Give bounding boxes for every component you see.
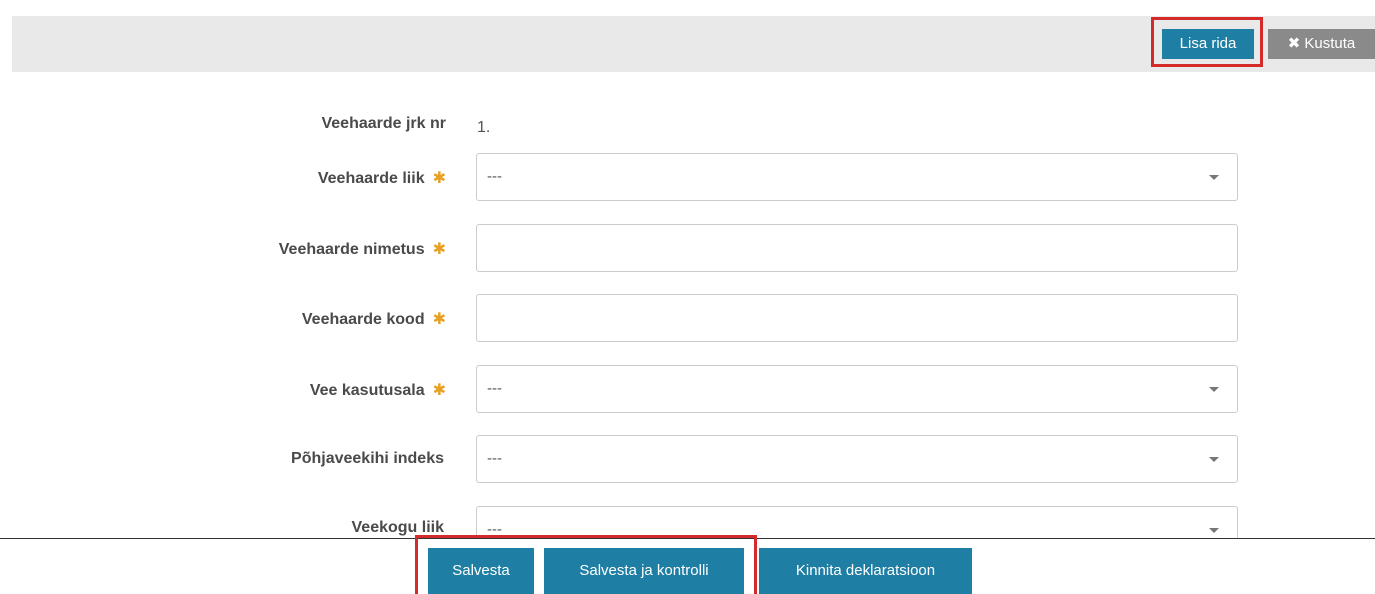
save-and-check-button[interactable]: Salvesta ja kontrolli xyxy=(544,548,744,594)
form-scroll-area: Lisa rida ✖ Kustuta Veehaarde jrk nr 1. V… xyxy=(0,0,1375,538)
water-body-type-label: Veekogu liik xyxy=(352,519,444,537)
required-icon: ✱ xyxy=(432,311,446,328)
intake-code-label-text: Veehaarde kood xyxy=(301,311,425,328)
intake-type-select[interactable]: --- xyxy=(476,153,1238,201)
water-body-type-label-text: Veekogu liik xyxy=(351,519,444,536)
water-body-type-select[interactable]: --- xyxy=(476,506,1238,538)
add-row-button[interactable]: Lisa rida xyxy=(1162,29,1254,59)
intake-name-input[interactable] xyxy=(476,224,1238,272)
page: Lisa rida ✖ Kustuta Veehaarde jrk nr 1. V… xyxy=(0,0,1375,594)
chevron-down-icon xyxy=(1209,528,1219,533)
aquifer-index-value: --- xyxy=(487,450,502,467)
intake-code-input[interactable] xyxy=(476,294,1238,342)
intake-type-label: Veehaarde liik ✱ xyxy=(318,168,446,188)
water-use-area-select[interactable]: --- xyxy=(476,365,1238,413)
water-use-area-label: Vee kasutusala ✱ xyxy=(310,380,446,400)
chevron-down-icon xyxy=(1209,457,1219,462)
order-number-label-text: Veehaarde jrk nr xyxy=(321,115,446,132)
chevron-down-icon xyxy=(1209,175,1219,180)
required-icon: ✱ xyxy=(432,382,446,399)
footer-divider xyxy=(0,538,1375,539)
delete-button-label: Kustuta xyxy=(1304,35,1356,52)
save-button[interactable]: Salvesta xyxy=(428,548,534,594)
confirm-declaration-button[interactable]: Kinnita deklaratsioon xyxy=(759,548,972,594)
required-icon: ✱ xyxy=(432,241,446,258)
intake-type-value: --- xyxy=(487,168,502,185)
delete-button[interactable]: ✖ Kustuta xyxy=(1268,29,1375,59)
water-use-area-value: --- xyxy=(487,380,502,397)
intake-type-label-text: Veehaarde liik xyxy=(317,170,425,187)
intake-name-label: Veehaarde nimetus ✱ xyxy=(279,239,446,259)
order-number-label: Veehaarde jrk nr xyxy=(321,115,446,133)
intake-name-label-text: Veehaarde nimetus xyxy=(278,241,425,258)
close-icon: ✖ xyxy=(1287,35,1301,52)
aquifer-index-label: Põhjaveekihi indeks xyxy=(291,450,444,468)
aquifer-index-select[interactable]: --- xyxy=(476,435,1238,483)
water-body-type-value: --- xyxy=(487,521,502,538)
aquifer-index-label-text: Põhjaveekihi indeks xyxy=(291,450,444,467)
required-icon: ✱ xyxy=(432,170,446,187)
order-number-value: 1. xyxy=(477,119,491,136)
water-use-area-label-text: Vee kasutusala xyxy=(309,382,425,399)
intake-code-label: Veehaarde kood ✱ xyxy=(302,309,446,329)
chevron-down-icon xyxy=(1209,387,1219,392)
